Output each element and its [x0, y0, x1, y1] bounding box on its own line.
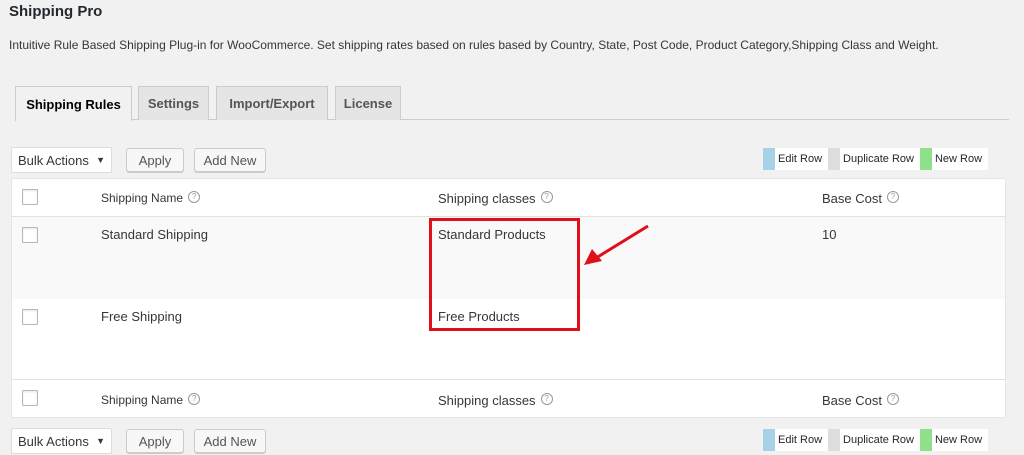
annotation-arrow-icon: [584, 224, 649, 265]
duplicate-row-swatch: [828, 148, 841, 170]
apply-button-bottom[interactable]: Apply: [126, 429, 184, 453]
bulk-actions-label: Bulk Actions: [18, 152, 89, 168]
help-icon: ?: [540, 393, 553, 405]
table-footer: Shipping Name? Shipping classes? Base Co…: [12, 379, 1005, 417]
table-row[interactable]: Free Shipping Free Products: [12, 299, 1005, 381]
new-row-swatch: [919, 429, 932, 451]
tab-settings[interactable]: Settings: [138, 86, 209, 120]
apply-button[interactable]: Apply: [126, 148, 184, 172]
header-shipping-name: Shipping Name?: [101, 191, 201, 205]
duplicate-row-label: Duplicate Row: [840, 429, 920, 451]
help-icon: ?: [540, 191, 553, 203]
shipping-rules-table: Shipping Name? Shipping classes? Base Co…: [11, 178, 1006, 418]
help-icon: ?: [188, 191, 201, 203]
add-new-button[interactable]: Add New: [194, 148, 266, 172]
duplicate-row-label: Duplicate Row: [840, 148, 920, 170]
page-title: Shipping Pro: [9, 3, 103, 20]
tab-import-export[interactable]: Import/Export: [216, 86, 328, 120]
footer-base-cost: Base Cost?: [822, 393, 899, 408]
new-row-swatch: [919, 148, 932, 170]
shipping-classes-cell: Standard Products: [438, 227, 546, 242]
select-all-checkbox[interactable]: [22, 189, 38, 205]
row-legend: Edit Row Duplicate Row New Row: [763, 148, 989, 170]
table-row[interactable]: Standard Shipping Standard Products 10: [12, 217, 1005, 299]
help-icon: ?: [886, 191, 899, 203]
shipping-classes-cell: Free Products: [438, 309, 520, 324]
help-icon: ?: [886, 393, 899, 405]
help-icon: ?: [188, 393, 201, 405]
header-base-cost: Base Cost?: [822, 191, 899, 206]
base-cost-cell: 10: [822, 227, 837, 242]
edit-row-swatch: [763, 148, 775, 170]
caret-down-icon: ▼: [96, 155, 105, 165]
bulk-actions-select[interactable]: Bulk Actions ▼: [11, 147, 112, 173]
edit-row-label: Edit Row: [775, 148, 829, 170]
row-checkbox[interactable]: [22, 309, 38, 325]
tab-license[interactable]: License: [335, 86, 401, 120]
bulk-actions-select-bottom[interactable]: Bulk Actions ▼: [11, 428, 112, 454]
page-description: Intuitive Rule Based Shipping Plug-in fo…: [9, 38, 939, 52]
tab-bar: Shipping Rules Settings Import/Export Li…: [15, 86, 1009, 121]
table-header: Shipping Name? Shipping classes? Base Co…: [12, 179, 1005, 217]
shipping-name-cell: Free Shipping: [101, 309, 182, 324]
duplicate-row-swatch: [828, 429, 841, 451]
shipping-name-cell: Standard Shipping: [101, 227, 208, 242]
new-row-label: New Row: [931, 148, 989, 170]
bottom-toolbar: Bulk Actions ▼ Apply Add New Edit Row Du…: [11, 428, 1006, 454]
top-toolbar: Bulk Actions ▼ Apply Add New Edit Row Du…: [11, 147, 1006, 173]
tab-shipping-rules[interactable]: Shipping Rules: [15, 86, 132, 121]
header-shipping-classes: Shipping classes?: [438, 191, 553, 206]
footer-shipping-name: Shipping Name?: [101, 393, 201, 407]
row-legend-bottom: Edit Row Duplicate Row New Row: [763, 429, 989, 451]
add-new-button-bottom[interactable]: Add New: [194, 429, 266, 453]
new-row-label: New Row: [931, 429, 989, 451]
select-all-checkbox-footer[interactable]: [22, 390, 38, 406]
caret-down-icon: ▼: [96, 436, 105, 446]
edit-row-label: Edit Row: [775, 429, 829, 451]
footer-shipping-classes: Shipping classes?: [438, 393, 553, 408]
row-checkbox[interactable]: [22, 227, 38, 243]
bulk-actions-label: Bulk Actions: [18, 433, 89, 449]
edit-row-swatch: [763, 429, 775, 451]
